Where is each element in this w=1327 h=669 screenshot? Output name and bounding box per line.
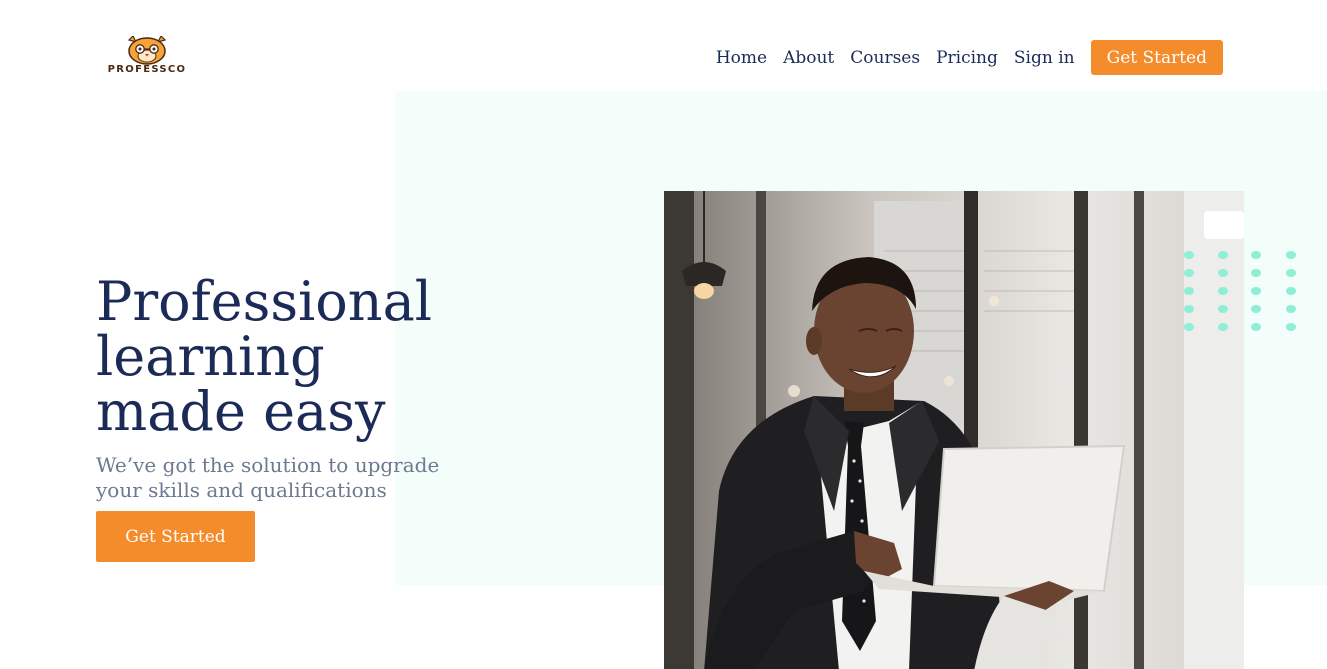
- dot-grid-icon: [1184, 251, 1296, 331]
- brand-logo[interactable]: PROFESSCO: [100, 36, 194, 78]
- nav-about[interactable]: About: [783, 48, 834, 68]
- hero-photo-illustration: [664, 191, 1244, 669]
- hero-title: Professional learning made easy: [96, 270, 433, 443]
- brand-name: PROFESSCO: [107, 64, 187, 75]
- hero-get-started-button[interactable]: Get Started: [96, 511, 255, 562]
- main-nav: Home About Courses Pricing Sign in Get S…: [716, 40, 1223, 75]
- nav-pricing[interactable]: Pricing: [936, 48, 998, 68]
- cat-face-logo-icon: [127, 36, 167, 65]
- nav-home[interactable]: Home: [716, 48, 767, 68]
- nav-sign-in[interactable]: Sign in: [1014, 48, 1075, 68]
- landing-page: PROFESSCO Home About Courses Pricing Sig…: [0, 0, 1327, 669]
- man-with-laptop-photo: [664, 191, 1244, 669]
- nav-courses[interactable]: Courses: [850, 48, 920, 68]
- hero-subtitle: We’ve got the solution to upgrade your s…: [96, 453, 440, 502]
- header-get-started-button[interactable]: Get Started: [1090, 40, 1223, 75]
